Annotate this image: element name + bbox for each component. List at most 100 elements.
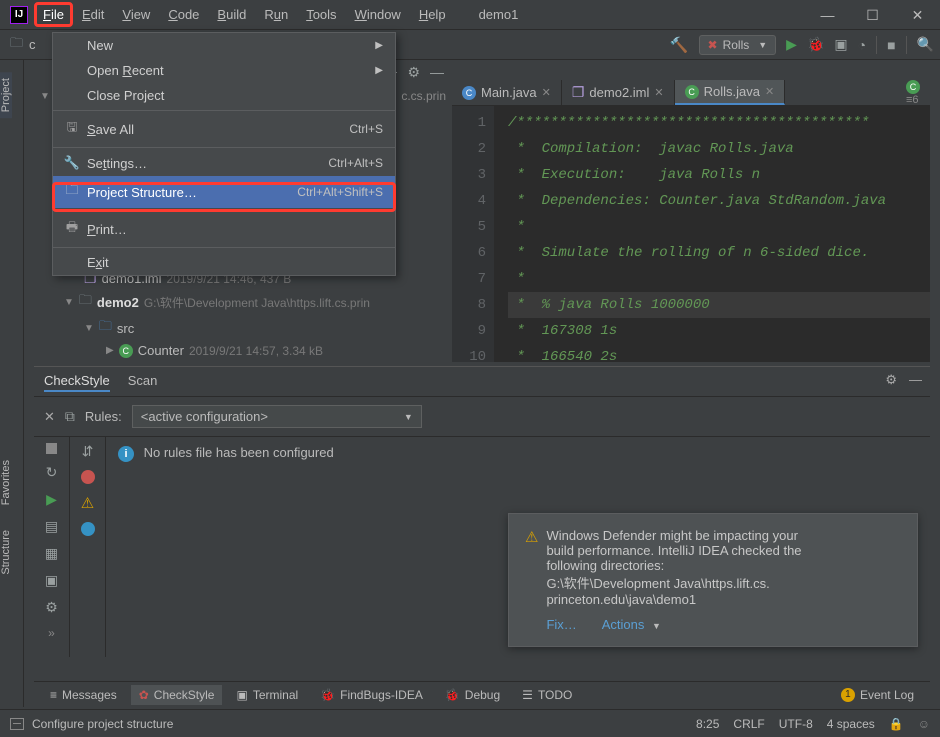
menu-separator — [53, 210, 395, 211]
notif-actions-link[interactable]: Actions ▼ — [602, 617, 661, 632]
app-icon: IJ — [10, 6, 28, 24]
tree-class[interactable]: ▶ C Counter 2019/9/21 14:57, 3.34 kB — [34, 341, 452, 360]
gear-icon[interactable]: ⚙ — [407, 64, 420, 81]
settings-icon[interactable]: ⚙ — [45, 599, 58, 616]
menu-label: Settings… — [87, 156, 147, 171]
clear-icon[interactable]: ✕ — [44, 409, 55, 425]
menu-print[interactable]: 🖶Print… — [53, 213, 395, 245]
caret-position[interactable]: 8:25 — [696, 717, 719, 731]
btab-messages[interactable]: ≡Messages — [42, 685, 125, 705]
btab-todo[interactable]: ☰TODO — [514, 685, 580, 705]
module-icon[interactable]: ▦ — [45, 545, 58, 562]
all-icon[interactable]: ▣ — [45, 572, 58, 589]
tab-overflow[interactable]: C ≡6 — [900, 80, 930, 105]
profile-icon[interactable]: ◔ — [858, 37, 866, 53]
menu-view[interactable]: View — [113, 2, 159, 27]
expand-icon[interactable]: ▼ — [40, 91, 50, 102]
menu-project-structure[interactable]: 🗀Project Structure… Ctrl+Alt+Shift+S — [53, 176, 395, 208]
minimize-button[interactable]: — — [805, 0, 850, 30]
menu-new[interactable]: New ▶ — [53, 33, 395, 58]
menu-file[interactable]: File — [34, 2, 73, 27]
expand-icon[interactable]: ▶ — [106, 345, 114, 356]
notif-fix-link[interactable]: Fix… — [546, 617, 576, 632]
editor-tab-main[interactable]: C Main.java ✕ — [452, 80, 562, 105]
project-tab[interactable]: Project — [0, 72, 12, 118]
editor-tab-rolls[interactable]: C Rolls.java ✕ — [675, 80, 786, 105]
editor-tab-demo2[interactable]: ❐ demo2.iml ✕ — [562, 80, 675, 105]
tab-label: Main.java — [481, 85, 537, 100]
menu-save-all[interactable]: 🖫Save All Ctrl+S — [53, 113, 395, 145]
maximize-button[interactable]: ☐ — [850, 0, 895, 30]
favorites-tab[interactable]: Favorites — [0, 454, 12, 511]
close-tab-icon[interactable]: ✕ — [654, 86, 663, 99]
more-icon[interactable]: » — [48, 626, 55, 640]
menu-open-recent[interactable]: Open Recent ▶ — [53, 58, 395, 83]
close-tab-icon[interactable]: ✕ — [542, 86, 551, 99]
class-icon: C — [906, 80, 920, 94]
lock-icon[interactable]: 🔒 — [889, 717, 904, 731]
hide-icon[interactable]: — — [430, 64, 444, 81]
menu-help[interactable]: Help — [410, 2, 455, 27]
filter-icon[interactable]: ⧉ — [65, 408, 75, 425]
close-button[interactable]: ✕ — [895, 0, 940, 30]
coverage-icon[interactable]: ▣ — [834, 36, 847, 53]
stop-icon[interactable] — [46, 443, 57, 454]
gear-icon[interactable]: ⚙ — [885, 372, 897, 388]
expand-icon[interactable]: ▼ — [84, 323, 94, 334]
btab-event-log[interactable]: 1Event Log — [833, 685, 922, 705]
inspector-icon[interactable]: ☺ — [918, 717, 930, 731]
chevron-down-icon: ▼ — [652, 621, 661, 631]
btab-findbugs[interactable]: 🐞FindBugs-IDEA — [312, 685, 431, 705]
stop-icon[interactable]: ■ — [887, 37, 895, 53]
run-config-dropdown[interactable]: ✖ Rolls ▼ — [699, 35, 777, 55]
tw-tab-scan[interactable]: Scan — [128, 371, 158, 392]
expand-icon[interactable]: ▼ — [64, 297, 74, 308]
menu-edit[interactable]: Edit — [73, 2, 113, 27]
layers-icon[interactable]: ▤ — [45, 518, 58, 535]
encoding[interactable]: UTF-8 — [779, 717, 813, 731]
hide-icon[interactable]: — — [909, 372, 922, 388]
expand-icon[interactable]: ⇵ — [82, 443, 94, 460]
close-tab-icon[interactable]: ✕ — [765, 85, 774, 98]
run-icon[interactable]: ▶ — [786, 36, 797, 53]
menu-close-project[interactable]: Close Project — [53, 83, 395, 108]
class-icon: C — [462, 86, 476, 100]
error-icon[interactable] — [81, 470, 95, 484]
search-icon[interactable]: 🔍 — [917, 36, 934, 53]
tree-module[interactable]: ▼ 🗀 demo2 G:\软件\Development Java\https.l… — [34, 289, 452, 315]
code-content[interactable]: /***************************************… — [494, 106, 930, 362]
debug-icon[interactable]: 🐞 — [807, 36, 824, 53]
tab-label: FindBugs-IDEA — [340, 688, 423, 702]
rerun-icon[interactable]: ↻ — [46, 464, 58, 481]
editor-tabs: C Main.java ✕ ❐ demo2.iml ✕ C Rolls.java… — [452, 80, 930, 106]
menu-code[interactable]: Code — [159, 2, 208, 27]
notification-popup: ⚠ Windows Defender might be impacting yo… — [508, 513, 918, 647]
line-separator[interactable]: CRLF — [733, 717, 764, 731]
btab-terminal[interactable]: ▣Terminal — [228, 685, 306, 705]
window-controls: — ☐ ✕ — [805, 0, 940, 30]
tab-label: demo2.iml — [589, 85, 649, 100]
btab-debug[interactable]: 🐞Debug — [437, 685, 508, 705]
menu-run[interactable]: Run — [255, 2, 297, 27]
menu-settings[interactable]: 🔧Settings… Ctrl+Alt+S — [53, 150, 395, 176]
tw-tab-checkstyle[interactable]: CheckStyle — [44, 371, 110, 392]
structure-tab[interactable]: Structure — [0, 524, 12, 581]
build-icon[interactable]: 🔨 — [670, 36, 689, 54]
menu-exit[interactable]: Exit — [53, 250, 395, 275]
menu-tools[interactable]: Tools — [297, 2, 345, 27]
menu-bar: File Edit View Code Build Run Tools Wind… — [34, 2, 455, 27]
indent[interactable]: 4 spaces — [827, 717, 875, 731]
warning-icon[interactable]: ⚠ — [81, 494, 94, 512]
run-icon[interactable]: ▶ — [46, 491, 57, 508]
code-editor[interactable]: 123 456 789 10 /************************… — [452, 106, 930, 362]
rules-bar: ✕ ⧉ Rules: <active configuration> ▼ — [34, 397, 930, 437]
tree-folder[interactable]: ▼ 🗀 src — [34, 315, 452, 341]
menu-build[interactable]: Build — [208, 2, 255, 27]
menu-window[interactable]: Window — [346, 2, 410, 27]
btab-checkstyle[interactable]: ✿CheckStyle — [131, 685, 223, 705]
menu-separator — [53, 110, 395, 111]
rules-dropdown[interactable]: <active configuration> ▼ — [132, 405, 422, 428]
code-line: * Simulate the rolling of n 6-sided dice… — [508, 240, 930, 266]
toolwindow-toggle-icon[interactable] — [10, 718, 24, 730]
info-icon[interactable] — [81, 522, 95, 536]
